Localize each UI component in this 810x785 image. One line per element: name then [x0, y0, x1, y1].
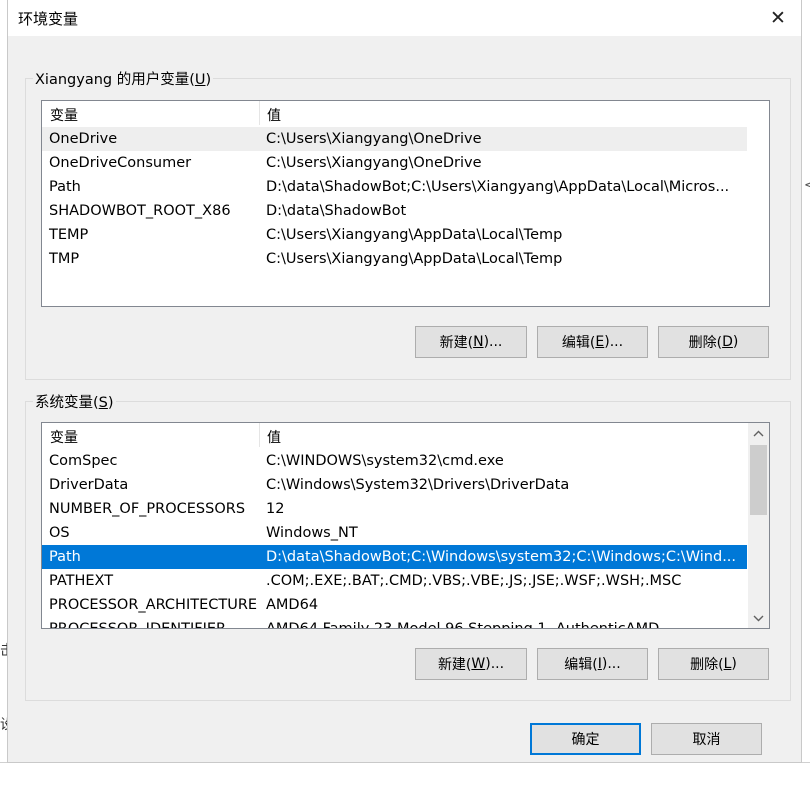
system-delete-button[interactable]: 删除(L) [658, 648, 769, 680]
system-variables-list[interactable]: 变量 值 ComSpec C:\WINDOWS\system32\cmd.exe… [41, 422, 770, 629]
scroll-down-icon[interactable] [748, 608, 769, 628]
system-new-button[interactable]: 新建(W)... [415, 648, 527, 680]
table-row[interactable]: PROCESSOR_IDENTIFIER AMD64 Family 23 Mod… [42, 617, 769, 628]
scroll-up-icon[interactable] [748, 423, 769, 443]
background-window-right: < [801, 0, 810, 784]
ok-button[interactable]: 确定 [530, 723, 641, 755]
background-window-left [0, 0, 8, 784]
table-row[interactable]: ComSpec C:\WINDOWS\system32\cmd.exe [42, 449, 769, 473]
user-edit-button[interactable]: 编辑(E)... [537, 326, 648, 358]
column-header-name[interactable]: 变量 [50, 427, 78, 447]
table-row[interactable]: PROCESSOR_ARCHITECTURE AMD64 [42, 593, 769, 617]
table-row[interactable]: OS Windows_NT [42, 521, 769, 545]
environment-variables-dialog: 环境变量 ✕ Xiangyang 的用户变量(U) 变量 值 OneDrive … [8, 0, 801, 762]
table-row-selected[interactable]: Path D:\data\ShadowBot;C:\Windows\system… [42, 545, 747, 569]
table-row[interactable]: TMP C:\Users\Xiangyang\AppData\Local\Tem… [42, 247, 769, 271]
table-row[interactable]: OneDrive C:\Users\Xiangyang\OneDrive [42, 127, 747, 151]
user-delete-button[interactable]: 删除(D) [658, 326, 769, 358]
vertical-scrollbar[interactable] [748, 423, 769, 628]
cancel-button[interactable]: 取消 [651, 723, 762, 755]
table-row[interactable]: PATHEXT .COM;.EXE;.BAT;.CMD;.VBS;.VBE;.J… [42, 569, 769, 593]
table-row[interactable]: TEMP C:\Users\Xiangyang\AppData\Local\Te… [42, 223, 769, 247]
close-icon[interactable]: ✕ [755, 0, 801, 36]
list-header: 变量 值 [42, 101, 769, 125]
column-separator[interactable] [259, 423, 260, 447]
system-edit-button[interactable]: 编辑(I)... [537, 648, 648, 680]
user-variables-list[interactable]: 变量 值 OneDrive C:\Users\Xiangyang\OneDriv… [41, 100, 770, 307]
column-header-name[interactable]: 变量 [50, 105, 78, 125]
table-row[interactable]: DriverData C:\Windows\System32\Drivers\D… [42, 473, 769, 497]
column-header-value[interactable]: 值 [267, 427, 281, 447]
table-row[interactable]: SHADOWBOT_ROOT_X86 D:\data\ShadowBot [42, 199, 769, 223]
chevron-left-icon: < [804, 178, 810, 193]
column-header-value[interactable]: 值 [267, 105, 281, 125]
table-row[interactable]: Path D:\data\ShadowBot;C:\Users\Xiangyan… [42, 175, 769, 199]
system-variables-label: 系统变量(S) [33, 391, 116, 412]
scrollbar-thumb[interactable] [750, 445, 767, 515]
user-variables-label: Xiangyang 的用户变量(U) [33, 68, 214, 89]
user-new-button[interactable]: 新建(N)... [415, 326, 527, 358]
title-bar: 环境变量 ✕ [8, 0, 801, 36]
window-title: 环境变量 [18, 10, 79, 28]
list-header: 变量 值 [42, 423, 769, 447]
background-window-bottom [0, 762, 810, 785]
table-row[interactable]: OneDriveConsumer C:\Users\Xiangyang\OneD… [42, 151, 769, 175]
column-separator[interactable] [259, 101, 260, 125]
table-row[interactable]: NUMBER_OF_PROCESSORS 12 [42, 497, 769, 521]
